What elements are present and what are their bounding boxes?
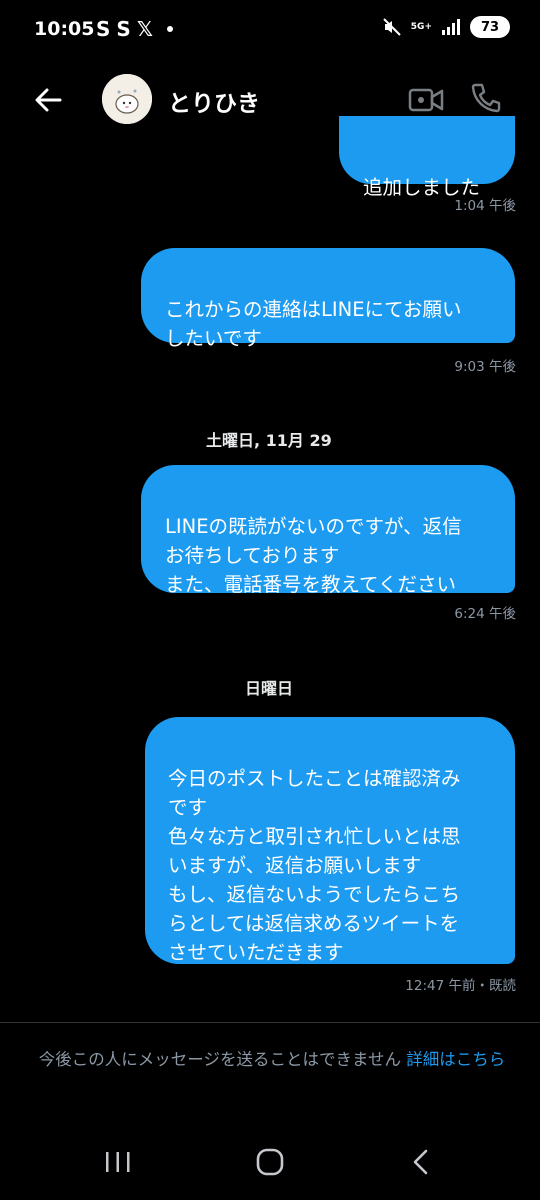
conversation-title: とりひき xyxy=(168,91,260,117)
message-timestamp: 9:03 午後 xyxy=(454,359,516,375)
message-timestamp: 1:04 午後 xyxy=(454,198,516,214)
phone-call-icon[interactable] xyxy=(470,82,502,114)
avatar[interactable] xyxy=(102,74,152,124)
messaging-disabled-notice: 今後この人にメッセージを送ることはできません 詳細はこちら xyxy=(24,1045,520,1075)
x-app-icon: 𝕏 xyxy=(136,17,153,41)
notice-text: 今後この人にメッセージを送ることはできません xyxy=(38,1050,401,1069)
recent-apps-icon[interactable] xyxy=(103,1150,133,1174)
nav-back-icon[interactable] xyxy=(410,1148,432,1176)
back-arrow-icon[interactable] xyxy=(30,82,66,118)
home-icon[interactable] xyxy=(256,1148,284,1176)
battery-level: 73 xyxy=(480,19,500,35)
status-time: 10:05 xyxy=(34,18,95,40)
message-timestamp: 6:24 午後 xyxy=(454,606,516,622)
status-bar: 10:05 S S 𝕏 5G+ 73 xyxy=(0,0,540,62)
message-timestamp: 12:47 午前・既読 xyxy=(405,978,516,994)
message-text: 今日のポストしたことは確認済み です 色々な方と取引され忙しいとは思 いますが、… xyxy=(168,767,461,964)
day-separator: 土曜日, 11月 29 xyxy=(206,431,332,450)
notification-dot-icon xyxy=(166,26,173,32)
message-bubble[interactable]: 今日のポストしたことは確認済み です 色々な方と取引され忙しいとは思 いますが、… xyxy=(145,717,515,964)
battery-icon: 73 xyxy=(470,16,510,38)
message-text: これからの連絡はLINEにてお願い したいです xyxy=(165,298,462,350)
notification-icons: S S 𝕏 xyxy=(96,17,173,41)
composer-divider xyxy=(0,1022,540,1023)
day-separator: 日曜日 xyxy=(245,679,294,698)
app-s-icon: S xyxy=(116,17,131,41)
avatar-illustration-icon xyxy=(102,74,152,124)
system-navigation-bar xyxy=(0,1128,540,1200)
network-indicator: 5G+ xyxy=(410,21,432,32)
message-bubble[interactable]: これからの連絡はLINEにてお願い したいです xyxy=(141,248,515,350)
message-bubble[interactable]: LINEの既読がないのですが、返信 お待ちしております また、電話番号を教えてく… xyxy=(141,465,515,596)
message-text: LINEの既読がないのですが、返信 お待ちしております また、電話番号を教えてく… xyxy=(165,515,462,596)
video-call-icon[interactable] xyxy=(408,86,444,114)
signal-icon xyxy=(442,19,460,35)
mute-icon xyxy=(383,18,401,36)
details-link[interactable]: 詳細はこちら xyxy=(406,1050,505,1069)
app-s-icon: S xyxy=(96,17,111,41)
message-bubble[interactable]: 追加しました xyxy=(339,116,515,199)
